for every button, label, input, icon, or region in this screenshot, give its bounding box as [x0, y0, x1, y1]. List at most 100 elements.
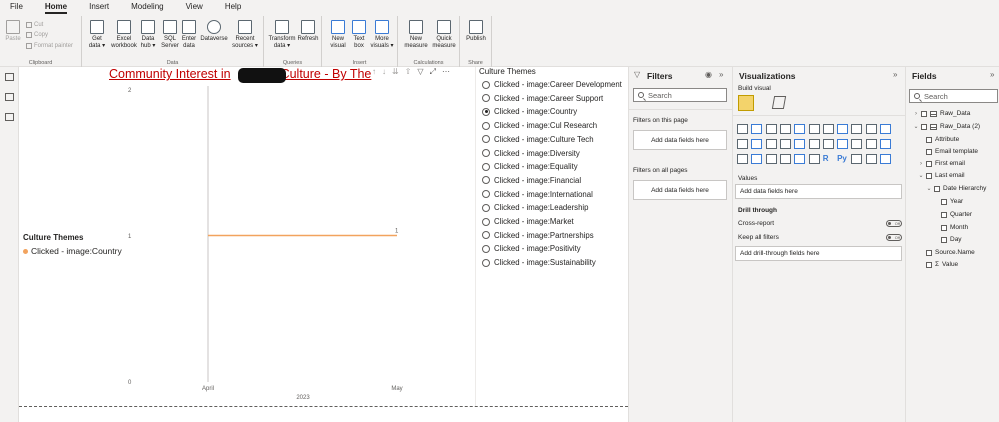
kpi-icon[interactable] — [765, 154, 777, 164]
python-script-icon[interactable]: Py — [837, 154, 848, 164]
recent-sources-button[interactable]: Recent sources ▾ — [230, 20, 260, 49]
field-attribute[interactable]: Attribute — [926, 136, 959, 143]
radio-button[interactable] — [482, 135, 490, 144]
field-last-email[interactable]: ⌄ Last email — [918, 172, 964, 179]
stacked-area-icon[interactable] — [851, 124, 863, 134]
collapse-visualizations-icon[interactable]: » — [893, 70, 897, 79]
expand-chevron-icon[interactable]: › — [918, 161, 924, 167]
pie-chart-icon[interactable] — [794, 139, 806, 149]
collapse-filters-icon[interactable]: » — [719, 70, 723, 79]
keep-all-filters-toggle[interactable]: Off — [886, 234, 902, 241]
slicer-option[interactable]: Clicked - image:International — [482, 190, 593, 199]
menu-help[interactable]: Help — [225, 0, 241, 14]
cut-button[interactable]: Cut — [26, 22, 43, 28]
field-month[interactable]: Month — [941, 224, 968, 231]
slicer-option[interactable]: Clicked - image:Financial — [482, 176, 581, 185]
data-hub-button[interactable]: Data hub ▾ — [138, 20, 158, 49]
slicer-option[interactable]: Clicked - image:Equality — [482, 162, 578, 171]
menu-view[interactable]: View — [186, 0, 203, 14]
more-options-icon[interactable]: ⋯ — [442, 67, 450, 77]
line-chart-icon[interactable] — [822, 124, 834, 134]
menu-modeling[interactable]: Modeling — [131, 0, 163, 14]
100-bar-icon[interactable] — [794, 124, 806, 134]
treemap-icon[interactable] — [822, 139, 834, 149]
drill-mode-icon[interactable]: ⇧ — [405, 67, 412, 77]
field-date-hierarchy[interactable]: ⌄ Date Hierarchy — [926, 185, 986, 192]
field-checkbox[interactable] — [926, 160, 932, 167]
field-source-name[interactable]: Source.Name — [926, 249, 975, 256]
quick-measure-button[interactable]: Quick measure — [430, 20, 458, 49]
collapse-fields-icon[interactable]: » — [990, 70, 994, 79]
drill-through-drop[interactable]: Add drill-through fields here — [735, 246, 902, 261]
slicer-option[interactable]: Clicked - image:Sustainability — [482, 258, 596, 267]
multi-card-icon[interactable] — [751, 154, 763, 164]
gauge-icon[interactable] — [880, 139, 891, 149]
dataverse-button[interactable]: Dataverse — [199, 20, 229, 43]
field-year[interactable]: Year — [941, 198, 963, 205]
field-checkbox[interactable] — [941, 211, 947, 218]
model-view-icon[interactable] — [5, 113, 14, 121]
excel-workbook-button[interactable]: Excel workbook — [110, 20, 138, 49]
radio-button[interactable] — [482, 162, 490, 171]
radio-button[interactable] — [482, 94, 490, 103]
ribbon-chart-icon[interactable] — [737, 139, 748, 149]
legend-item[interactable]: Clicked - image:Country — [23, 246, 122, 256]
radio-button[interactable] — [482, 121, 490, 130]
field-checkbox[interactable] — [934, 185, 940, 192]
field-checkbox[interactable] — [921, 123, 927, 130]
slicer-option[interactable]: Clicked - image:Leadership — [482, 203, 588, 212]
line-clustered-icon[interactable] — [880, 124, 891, 134]
text-box-button[interactable]: Text box — [350, 20, 368, 49]
field-first-email[interactable]: › First email — [918, 160, 965, 167]
cross-report-toggle[interactable]: Off — [886, 220, 902, 227]
field-day[interactable]: Day — [941, 236, 962, 243]
build-visual-icon[interactable] — [738, 95, 754, 111]
report-view-icon[interactable] — [5, 73, 14, 81]
field-checkbox[interactable] — [921, 110, 927, 117]
field-checkbox[interactable] — [926, 261, 932, 268]
r-script-icon[interactable]: R — [823, 154, 834, 164]
card-icon[interactable] — [737, 154, 748, 164]
field-checkbox[interactable] — [941, 236, 947, 243]
format-painter-button[interactable]: Format painter — [26, 43, 73, 49]
radio-button[interactable] — [482, 176, 490, 185]
key-influencers-icon[interactable] — [851, 154, 863, 164]
stacked-bar-icon[interactable] — [737, 124, 748, 134]
slicer-option[interactable]: Clicked - image:Culture Tech — [482, 135, 594, 144]
radio-button[interactable] — [482, 149, 490, 157]
slicer-option[interactable]: Clicked - image:Cul Research — [482, 121, 597, 130]
field-checkbox[interactable] — [926, 136, 932, 143]
format-visual-icon[interactable] — [771, 96, 787, 109]
radio-button[interactable] — [482, 190, 490, 199]
enter-data-button[interactable]: Enter data — [180, 20, 198, 49]
eye-icon[interactable]: ◉ — [705, 70, 712, 79]
field-checkbox[interactable] — [941, 198, 947, 205]
table-raw-data-2[interactable]: ⌄ Raw_Data (2) — [913, 123, 980, 130]
radio-button[interactable] — [482, 231, 490, 240]
filters-on-all-pages-drop[interactable]: Add data fields here — [633, 180, 727, 200]
clustered-bar-icon[interactable] — [765, 124, 777, 134]
slicer-option[interactable]: Clicked - image:Market — [482, 217, 574, 226]
filter-icon[interactable]: ▽ — [417, 67, 423, 77]
matrix-icon[interactable] — [808, 154, 820, 164]
donut-icon[interactable] — [808, 139, 820, 149]
funnel-icon[interactable] — [765, 139, 777, 149]
copy-button[interactable]: Copy — [26, 32, 48, 38]
more-icon[interactable] — [880, 154, 891, 164]
expand-chevron-icon[interactable]: ⌄ — [913, 123, 919, 130]
expand-chevron-icon[interactable]: ⌄ — [926, 185, 932, 192]
fields-search-input[interactable]: Search — [909, 89, 998, 103]
values-drop[interactable]: Add data fields here — [735, 184, 902, 199]
new-visual-button[interactable]: New visual — [328, 20, 348, 49]
filled-map-icon[interactable] — [851, 139, 863, 149]
azure-map-icon[interactable] — [865, 139, 877, 149]
expand-chevron-icon[interactable]: › — [913, 111, 919, 117]
sql-server-button[interactable]: SQL Server — [160, 20, 180, 49]
line-column-icon[interactable] — [865, 124, 877, 134]
radio-button[interactable] — [482, 244, 490, 253]
new-measure-button[interactable]: New measure — [402, 20, 430, 49]
table-raw-data[interactable]: › Raw_Data — [913, 110, 970, 117]
area-chart-icon[interactable] — [837, 124, 849, 134]
slicer-option[interactable]: Clicked - image:Positivity — [482, 244, 581, 253]
field-checkbox[interactable] — [941, 224, 947, 231]
